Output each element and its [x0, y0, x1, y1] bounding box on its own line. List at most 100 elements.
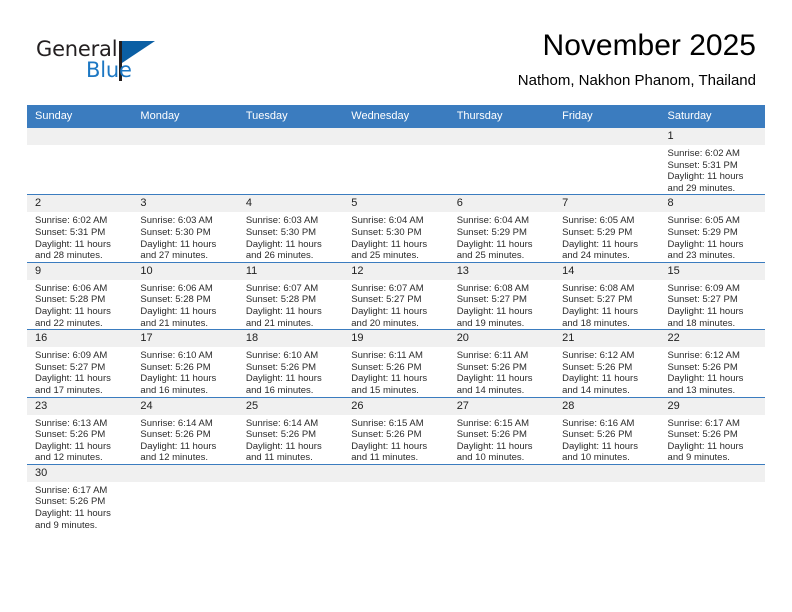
- calendar-day-cell[interactable]: 4 Sunrise: 6:03 AM Sunset: 5:30 PM Daylight…: [237, 194, 344, 263]
- day-cell-inner: 25 Sunrise: 6:14 AM Sunset: 5:26 PM Dayligh…: [237, 397, 344, 464]
- calendar-day-cell[interactable]: 24 Sunrise: 6:14 AM Sunset: 5:26 PM Dayligh…: [132, 396, 238, 465]
- calendar-day-cell[interactable]: 13 Sunrise: 6:08 AM Sunset: 5:27 PM Dayligh…: [448, 261, 555, 330]
- location-subtitle: Nathom, Nakhon Phanom, Thailand: [517, 72, 756, 89]
- day-detail-line: and 18 minutes.: [667, 317, 736, 329]
- day-detail-line: Sunset: 5:26 PM: [351, 429, 422, 441]
- calendar-day-cell[interactable]: 12 Sunrise: 6:07 AM Sunset: 5:27 PM Dayligh…: [343, 261, 449, 330]
- day-cell-inner: 6 Sunrise: 6:04 AM Sunset: 5:29 PM Daylight…: [448, 195, 555, 261]
- calendar-body: 1 Sunrise: 6:02 AM Sunset: 5:31 PM Daylight…: [27, 126, 765, 532]
- weekday-header-wednesday: Wednesday: [343, 105, 449, 128]
- calendar-day-cell[interactable]: 8 Sunrise: 6:05 AM Sunset: 5:29 PM Daylight…: [659, 194, 765, 263]
- day-detail-line: Daylight: 11 hours: [351, 305, 428, 317]
- day-detail-line: Daylight: 11 hours: [140, 440, 217, 452]
- day-number: 13: [448, 262, 555, 280]
- calendar-day-cell[interactable]: 11 Sunrise: 6:07 AM Sunset: 5:28 PM Dayligh…: [237, 261, 344, 330]
- day-detail-line: Daylight: 11 hours: [140, 305, 217, 317]
- day-detail-line: Daylight: 11 hours: [245, 305, 322, 317]
- day-details: Sunrise: 6:17 AM Sunset: 5:26 PM Daylight:…: [660, 415, 765, 464]
- day-detail-line: Sunset: 5:29 PM: [456, 226, 527, 238]
- day-cell-inner: 30 Sunrise: 6:17 AM Sunset: 5:26 PM Dayligh…: [27, 464, 133, 531]
- day-cell-inner: 7 Sunrise: 6:05 AM Sunset: 5:29 PM Daylight…: [554, 195, 660, 261]
- day-detail-line: Sunrise: 6:04 AM: [351, 215, 424, 227]
- calendar-day-cell[interactable]: 19 Sunrise: 6:11 AM Sunset: 5:26 PM Dayligh…: [343, 329, 449, 397]
- day-cell-inner: 10 Sunrise: 6:06 AM Sunset: 5:28 PM Dayligh…: [132, 262, 238, 329]
- day-detail-line: and 10 minutes.: [456, 452, 525, 464]
- day-details: Sunrise: 6:02 AM Sunset: 5:31 PM Daylight:…: [660, 145, 765, 194]
- day-detail-line: Sunset: 5:30 PM: [140, 226, 211, 238]
- calendar-empty-cell: [237, 463, 344, 532]
- day-detail-line: Sunrise: 6:08 AM: [562, 282, 635, 294]
- day-detail-line: Sunset: 5:31 PM: [35, 226, 106, 238]
- day-number: [343, 464, 449, 482]
- day-detail-line: Sunset: 5:28 PM: [35, 294, 106, 306]
- day-detail-line: Sunrise: 6:11 AM: [456, 350, 529, 362]
- day-details: Sunrise: 6:12 AM Sunset: 5:26 PM Daylight:…: [554, 347, 659, 396]
- day-detail-line: Daylight: 11 hours: [140, 238, 217, 250]
- day-detail-line: Daylight: 11 hours: [245, 373, 322, 385]
- calendar-day-cell[interactable]: 17 Sunrise: 6:10 AM Sunset: 5:26 PM Dayligh…: [132, 329, 238, 397]
- day-details: Sunrise: 6:08 AM Sunset: 5:27 PM Daylight:…: [449, 280, 554, 329]
- calendar-day-cell[interactable]: 3 Sunrise: 6:03 AM Sunset: 5:30 PM Daylight…: [132, 194, 238, 263]
- day-number: 1: [659, 128, 765, 145]
- weekday-header-friday: Friday: [554, 105, 660, 128]
- calendar-day-cell[interactable]: 6 Sunrise: 6:04 AM Sunset: 5:29 PM Daylight…: [448, 194, 555, 263]
- day-number: 21: [554, 330, 660, 348]
- calendar-day-cell[interactable]: 26 Sunrise: 6:15 AM Sunset: 5:26 PM Dayligh…: [343, 396, 449, 465]
- calendar-day-cell[interactable]: 2 Sunrise: 6:02 AM Sunset: 5:31 PM Daylight…: [27, 194, 133, 263]
- calendar-day-cell[interactable]: 23 Sunrise: 6:13 AM Sunset: 5:26 PM Dayligh…: [27, 396, 133, 465]
- day-detail-line: Sunrise: 6:05 AM: [562, 215, 635, 227]
- day-number: 12: [343, 262, 449, 280]
- day-detail-line: Sunrise: 6:07 AM: [351, 282, 424, 294]
- calendar-day-cell[interactable]: 5 Sunrise: 6:04 AM Sunset: 5:30 PM Daylight…: [343, 194, 449, 263]
- day-details: Sunrise: 6:02 AM Sunset: 5:31 PM Daylight:…: [27, 212, 132, 261]
- day-number: 8: [659, 195, 765, 213]
- calendar-day-cell[interactable]: 18 Sunrise: 6:10 AM Sunset: 5:26 PM Dayligh…: [237, 329, 344, 397]
- calendar-day-cell[interactable]: 25 Sunrise: 6:14 AM Sunset: 5:26 PM Dayligh…: [237, 396, 344, 465]
- day-details: Sunrise: 6:14 AM Sunset: 5:26 PM Daylight:…: [238, 415, 343, 464]
- day-cell-inner: 9 Sunrise: 6:06 AM Sunset: 5:28 PM Daylight…: [27, 262, 133, 329]
- day-detail-line: Sunrise: 6:03 AM: [140, 215, 213, 227]
- general-blue-logo[interactable]: General Blue: [36, 37, 166, 89]
- calendar-day-cell[interactable]: 30 Sunrise: 6:17 AM Sunset: 5:26 PM Dayligh…: [27, 463, 133, 532]
- day-detail-line: and 11 minutes.: [351, 452, 419, 464]
- day-cell-inner: 14 Sunrise: 6:08 AM Sunset: 5:27 PM Dayligh…: [554, 262, 660, 329]
- day-details: Sunrise: 6:05 AM Sunset: 5:29 PM Daylight:…: [554, 212, 659, 261]
- calendar-day-cell[interactable]: 16 Sunrise: 6:09 AM Sunset: 5:27 PM Dayligh…: [27, 329, 133, 397]
- calendar-empty-cell: [132, 126, 238, 195]
- day-number: 23: [27, 397, 133, 415]
- calendar-day-cell[interactable]: 21 Sunrise: 6:12 AM Sunset: 5:26 PM Dayligh…: [554, 329, 660, 397]
- day-cell-inner: 13 Sunrise: 6:08 AM Sunset: 5:27 PM Dayligh…: [448, 262, 555, 329]
- calendar-day-cell[interactable]: 27 Sunrise: 6:15 AM Sunset: 5:26 PM Dayligh…: [448, 396, 555, 465]
- day-detail-line: Sunset: 5:27 PM: [456, 294, 527, 306]
- day-details: Sunrise: 6:17 AM Sunset: 5:26 PM Daylight:…: [27, 482, 132, 531]
- calendar-day-cell[interactable]: 1 Sunrise: 6:02 AM Sunset: 5:31 PM Daylight…: [659, 126, 765, 195]
- day-cell-inner: 28 Sunrise: 6:16 AM Sunset: 5:26 PM Dayligh…: [554, 397, 660, 464]
- day-detail-line: and 20 minutes.: [351, 317, 419, 329]
- day-detail-line: and 27 minutes.: [140, 250, 209, 262]
- calendar-day-cell[interactable]: 14 Sunrise: 6:08 AM Sunset: 5:27 PM Dayligh…: [554, 261, 660, 330]
- day-details: Sunrise: 6:10 AM Sunset: 5:26 PM Daylight:…: [238, 347, 343, 396]
- day-detail-line: Sunrise: 6:12 AM: [667, 350, 740, 362]
- day-number: [554, 464, 660, 482]
- day-detail-line: Sunset: 5:27 PM: [35, 361, 106, 373]
- day-cell-inner: 16 Sunrise: 6:09 AM Sunset: 5:27 PM Dayligh…: [27, 330, 133, 396]
- day-detail-line: and 16 minutes.: [140, 384, 209, 396]
- calendar-day-cell[interactable]: 10 Sunrise: 6:06 AM Sunset: 5:28 PM Dayligh…: [132, 261, 238, 330]
- calendar-day-cell[interactable]: 22 Sunrise: 6:12 AM Sunset: 5:26 PM Dayligh…: [659, 329, 765, 397]
- day-number: [27, 128, 133, 145]
- calendar-day-cell[interactable]: 9 Sunrise: 6:06 AM Sunset: 5:28 PM Daylight…: [27, 261, 133, 330]
- day-detail-line: Daylight: 11 hours: [35, 508, 111, 520]
- calendar-day-cell[interactable]: 29 Sunrise: 6:17 AM Sunset: 5:26 PM Dayligh…: [659, 396, 765, 465]
- calendar-day-cell[interactable]: 7 Sunrise: 6:05 AM Sunset: 5:29 PM Daylight…: [554, 194, 660, 263]
- day-cell-inner: 29 Sunrise: 6:17 AM Sunset: 5:26 PM Dayligh…: [659, 397, 765, 464]
- calendar-day-cell[interactable]: 20 Sunrise: 6:11 AM Sunset: 5:26 PM Dayligh…: [448, 329, 555, 397]
- day-number: 18: [237, 330, 344, 348]
- calendar-week-row: 30 Sunrise: 6:17 AM Sunset: 5:26 PM Dayligh…: [27, 463, 765, 532]
- calendar-day-cell[interactable]: 15 Sunrise: 6:09 AM Sunset: 5:27 PM Dayligh…: [659, 261, 765, 330]
- day-details: Sunrise: 6:12 AM Sunset: 5:26 PM Daylight:…: [660, 347, 765, 396]
- day-detail-line: Sunset: 5:26 PM: [667, 429, 738, 441]
- day-cell-inner: 27 Sunrise: 6:15 AM Sunset: 5:26 PM Dayligh…: [448, 397, 555, 464]
- day-cell-inner: [132, 464, 238, 531]
- calendar-day-cell[interactable]: 28 Sunrise: 6:16 AM Sunset: 5:26 PM Dayligh…: [554, 396, 660, 465]
- day-detail-line: and 16 minutes.: [245, 384, 314, 396]
